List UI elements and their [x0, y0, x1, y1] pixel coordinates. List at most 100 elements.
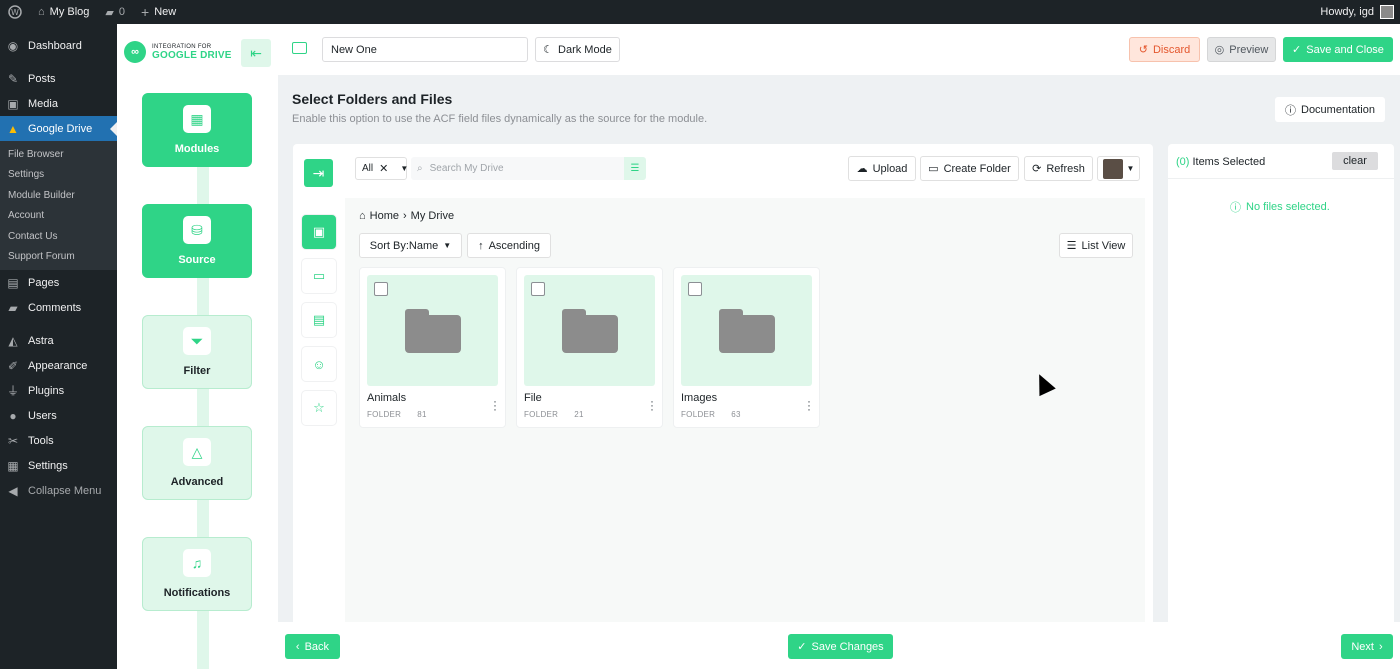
arrow-right-bar-icon: ⇥ — [312, 164, 325, 181]
back-button[interactable]: ‹ Back — [285, 634, 340, 659]
submenu-module-builder[interactable]: Module Builder — [0, 185, 117, 206]
astra-icon: ◭ — [8, 333, 18, 348]
submenu-file-browser[interactable]: File Browser — [0, 144, 117, 165]
sort-order-button[interactable]: ↑ Ascending — [467, 233, 551, 258]
comment-bubble-icon: ▰ — [105, 6, 114, 19]
tab-shared-drives[interactable]: ▤ — [301, 302, 337, 338]
file-list-area: ⌂ Home › My Drive Sort By:Name ▼ ↑ Ascendi… — [345, 198, 1145, 622]
select-checkbox[interactable] — [374, 282, 388, 296]
dark-mode-button[interactable]: ☾ Dark Mode — [535, 37, 620, 62]
menu-tools[interactable]: ✂ Tools — [0, 428, 117, 453]
folder-card[interactable]: Images FOLDER 63 · · · — [673, 267, 820, 428]
tab-my-drive[interactable]: ▣ — [301, 214, 337, 250]
save-changes-button[interactable]: ✓ Save Changes — [788, 634, 893, 659]
menu-plugins[interactable]: ⏚ Plugins — [0, 378, 117, 403]
account-switcher[interactable]: ▼ — [1097, 156, 1140, 181]
module-title-input[interactable]: New One — [322, 37, 528, 62]
menu-settings[interactable]: ▦ Settings — [0, 453, 117, 478]
shapes-icon: △ — [183, 438, 211, 466]
tab-computers[interactable]: ▭ — [301, 258, 337, 294]
more-vertical-icon[interactable]: · · · — [807, 395, 811, 415]
filter-icon: ⏷ — [183, 327, 211, 355]
comments-link[interactable]: ▰ 0 — [97, 0, 133, 24]
file-browser: ⇥ All ✕ ▼ ⌕ Search My Drive ☰ ☁ Upload ▭ C… — [293, 144, 1153, 622]
menu-users[interactable]: ● Users — [0, 403, 117, 428]
folder-name: Animals — [367, 392, 407, 404]
avatar — [1380, 5, 1394, 19]
dashboard-icon: ◉ — [7, 38, 19, 53]
search-options-icon[interactable]: ☰ — [624, 157, 646, 180]
preview-button[interactable]: ◎ Preview — [1207, 37, 1276, 62]
comments-icon: ▰ — [8, 300, 18, 315]
submenu-account[interactable]: Account — [0, 206, 117, 227]
submenu-contact-us[interactable]: Contact Us — [0, 226, 117, 247]
submenu-support-forum[interactable]: Support Forum — [0, 247, 117, 268]
more-vertical-icon[interactable]: · · · — [650, 395, 654, 415]
tab-starred[interactable]: ☆ — [301, 390, 337, 426]
star-icon: ☆ — [313, 400, 325, 415]
folder-thumbnail — [367, 275, 498, 386]
refresh-icon: ⟳ — [1032, 163, 1042, 175]
folder-plus-icon: ▭ — [928, 163, 939, 175]
history-icon: ↺ — [1138, 44, 1148, 56]
create-folder-button[interactable]: ▭ Create Folder — [920, 156, 1019, 181]
collapse-sidebar-button[interactable]: ⇤ — [241, 39, 271, 67]
step-advanced[interactable]: △ Advanced — [142, 426, 252, 500]
list-view-button[interactable]: ☰ List View — [1059, 233, 1133, 258]
menu-google-drive[interactable]: ▲ Google Drive — [0, 116, 117, 141]
arrow-left-bar-icon: ⇤ — [250, 44, 262, 61]
step-modules[interactable]: ▦ Modules — [142, 93, 252, 167]
main-content: Select Folders and Files Enable this opt… — [278, 75, 1400, 622]
folder-card[interactable]: File FOLDER 21 · · · — [516, 267, 663, 428]
more-vertical-icon[interactable]: · · · — [493, 395, 497, 415]
check-icon: ✓ — [1292, 44, 1302, 56]
breadcrumb-current[interactable]: My Drive — [411, 210, 454, 222]
search-input[interactable]: Search My Drive — [430, 163, 504, 174]
tab-shared-with-me[interactable]: ☺ — [301, 346, 337, 382]
wp-logo-icon[interactable]: W — [0, 0, 30, 24]
selected-items-panel: (0) Items Selected clear ⓘ No files sele… — [1168, 144, 1394, 622]
clear-x-icon[interactable]: ✕ — [379, 162, 388, 175]
folder-thumbnail — [524, 275, 655, 386]
chevron-down-icon[interactable]: ▼ — [400, 164, 408, 173]
builder-footer: ‹ Back ✓ Save Changes Next › — [278, 622, 1400, 669]
new-content-link[interactable]: + New — [133, 0, 184, 24]
item-type: FOLDER — [681, 410, 716, 419]
next-button[interactable]: Next › — [1341, 634, 1393, 659]
step-source[interactable]: ⛁ Source — [142, 204, 252, 278]
sort-by-button[interactable]: Sort By:Name ▼ — [359, 233, 462, 258]
upload-button[interactable]: ☁ Upload — [848, 156, 916, 181]
select-checkbox[interactable] — [688, 282, 702, 296]
menu-collapse[interactable]: ◀ Collapse Menu — [0, 478, 117, 503]
moon-icon: ☾ — [543, 44, 554, 56]
item-type: FOLDER — [367, 410, 402, 419]
menu-comments[interactable]: ▰ Comments — [0, 295, 117, 320]
home-icon: ⌂ — [359, 210, 366, 222]
my-account-link[interactable]: Howdy, igd — [1320, 5, 1400, 19]
refresh-button[interactable]: ⟳ Refresh — [1024, 156, 1093, 181]
menu-media[interactable]: ▣ Media — [0, 91, 117, 116]
info-icon: ⓘ — [1285, 104, 1296, 117]
menu-dashboard[interactable]: ◉ Dashboard — [0, 33, 117, 58]
item-type: FOLDER — [524, 410, 559, 419]
submenu-settings[interactable]: Settings — [0, 165, 117, 186]
toggle-sidebar-button[interactable]: ⇥ — [304, 159, 333, 187]
file-type-select[interactable]: All ✕ ▼ — [355, 157, 408, 180]
menu-posts[interactable]: ✎ Posts — [0, 66, 117, 91]
discard-button[interactable]: ↺ Discard — [1129, 37, 1200, 62]
step-filter[interactable]: ⏷ Filter — [142, 315, 252, 389]
step-notifications[interactable]: ♫ Notifications — [142, 537, 252, 611]
users-icon: ☺ — [312, 356, 326, 372]
select-checkbox[interactable] — [531, 282, 545, 296]
folder-card[interactable]: Animals FOLDER 81 · · · — [359, 267, 506, 428]
site-name-link[interactable]: ⌂ My Blog — [30, 0, 97, 24]
menu-pages[interactable]: ▤ Pages — [0, 270, 117, 295]
breadcrumb-home[interactable]: Home — [370, 210, 399, 222]
eye-icon: ◎ — [1214, 44, 1225, 56]
documentation-button[interactable]: ⓘ Documentation — [1275, 97, 1385, 122]
breadcrumb: ⌂ Home › My Drive — [359, 210, 454, 222]
menu-astra[interactable]: ◭ Astra — [0, 328, 117, 353]
menu-appearance[interactable]: ✐ Appearance — [0, 353, 117, 378]
clear-selection-button[interactable]: clear — [1332, 152, 1378, 170]
save-and-close-button[interactable]: ✓ Save and Close — [1283, 37, 1393, 62]
